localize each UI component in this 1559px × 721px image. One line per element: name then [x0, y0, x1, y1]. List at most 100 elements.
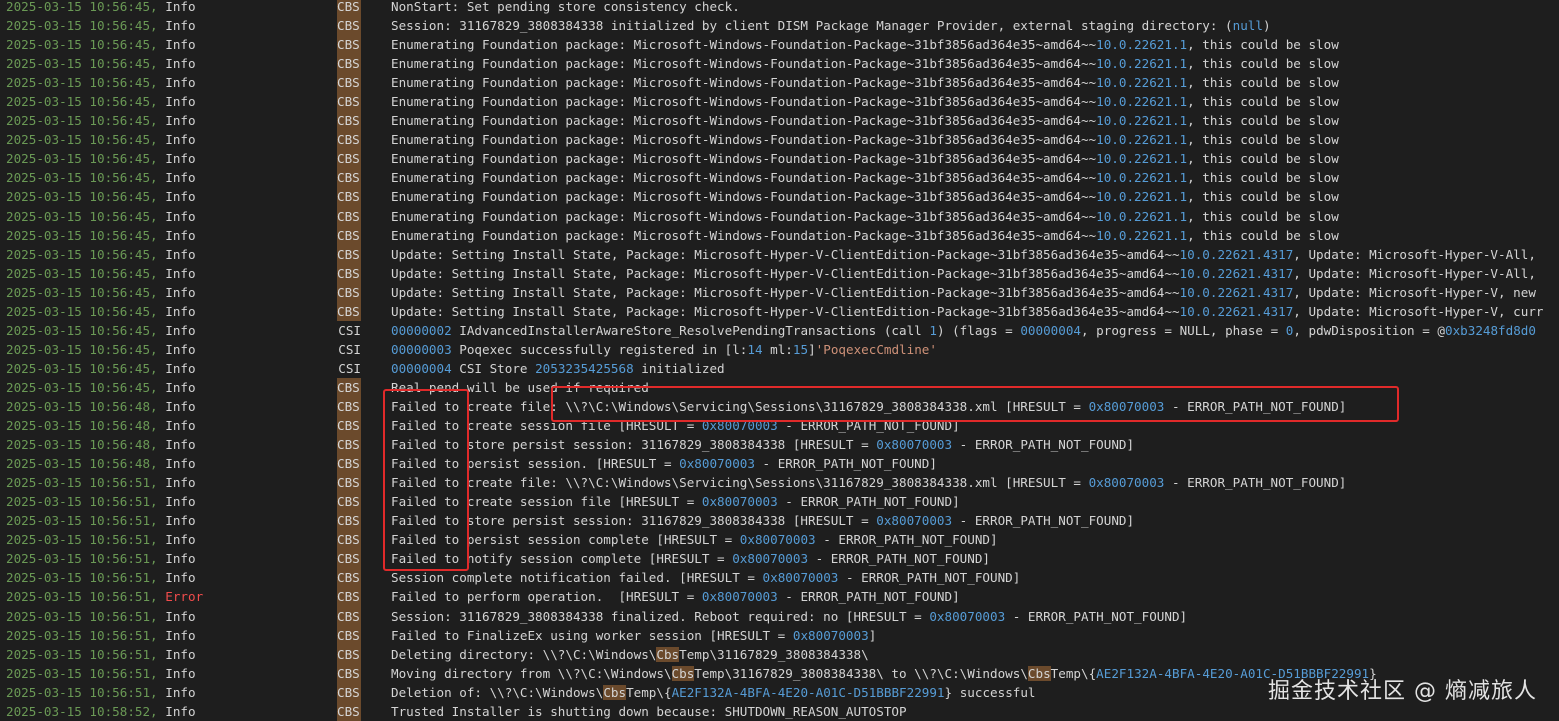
log-line: 2025-03-15 10:56:51, Info CBS Failed to pe…	[0, 530, 1559, 550]
log-message-segment: Enumerating Foundation package: Microsof…	[391, 208, 1097, 224]
log-message-segment: Session complete notification failed. [H…	[391, 570, 763, 586]
log-message-segment: Real pend will be used if required	[391, 379, 649, 395]
log-message-segment: Failed to perform operation. [HRESULT =	[391, 589, 702, 605]
log-source: CBS	[337, 206, 361, 226]
log-message-segment: - ERROR_PATH_NOT_FOUND]	[1164, 398, 1347, 414]
log-message-segment: - ERROR_PATH_NOT_FOUND]	[952, 513, 1135, 529]
log-timestamp: 2025-03-15 10:56:45, Info	[6, 151, 196, 167]
log-source: CBS	[337, 149, 361, 169]
log-message-segment: ) (flags =	[936, 322, 1021, 338]
log-timestamp: 2025-03-15 10:58:52, Info	[6, 703, 196, 719]
watermark: 掘金技术社区 @ 熵减旅人	[1268, 679, 1537, 704]
log-message-segment: ]	[868, 627, 877, 643]
log-timestamp: 2025-03-15 10:56:51, Info	[6, 570, 196, 586]
log-message-segment: , this could be slow	[1187, 132, 1339, 148]
log-source: CBS	[337, 454, 361, 474]
log-message-segment: } successful	[944, 684, 1036, 700]
log-source: CBS	[337, 663, 361, 683]
log-message-segment: 'PoqexecCmdline'	[815, 341, 937, 357]
log-level: Info	[165, 398, 196, 414]
log-line: 2025-03-15 10:56:51, Info CBS Session: 311…	[0, 606, 1559, 626]
log-message-segment: 0x80070003	[701, 418, 778, 434]
log-message: Moving directory from \\?\C:\Windows\Cbs…	[391, 664, 1377, 683]
log-message-segment: Failed to create file: \\?\C:\Windows\Se…	[391, 475, 1089, 491]
log-line: 2025-03-15 10:56:51, Info CBS Failed to st…	[0, 511, 1559, 531]
log-message-segment: 10.0.22621.1	[1096, 151, 1188, 167]
log-line: 2025-03-15 10:56:48, Info CBS Failed to cr…	[0, 416, 1559, 436]
log-message-segment: Enumerating Foundation package: Microsof…	[391, 37, 1097, 53]
log-message-segment: - ERROR_PATH_NOT_FOUND]	[777, 494, 960, 510]
log-message: Session complete notification failed. [H…	[391, 568, 1020, 587]
log-message-segment: Enumerating Foundation package: Microsof…	[391, 113, 1097, 129]
log-line: 2025-03-15 10:56:51, Info CBS Failed to cr…	[0, 492, 1559, 512]
log-message-segment: , Update: Microsoft-Hyper-V-All,	[1293, 246, 1536, 262]
log-message-segment: - ERROR_PATH_NOT_FOUND]	[777, 589, 960, 605]
log-timestamp: 2025-03-15 10:56:45, Info	[6, 208, 196, 224]
log-message: Trusted Installer is shutting down becau…	[391, 702, 907, 721]
log-message: Enumerating Foundation package: Microsof…	[391, 92, 1339, 111]
log-message-segment: 0x80070003	[762, 570, 839, 586]
log-level: Info	[165, 684, 196, 700]
log-timestamp: 2025-03-15 10:56:51, Info	[6, 494, 196, 510]
log-message-segment: Failed to create session file [HRESULT =	[391, 494, 702, 510]
log-message-segment: initialized	[633, 360, 725, 376]
log-line: 2025-03-15 10:56:51, Info CBS Failed to Fi…	[0, 625, 1559, 645]
log-line: 2025-03-15 10:56:51, Info CBS Session comp…	[0, 568, 1559, 588]
log-message-segment: 10.0.22621.1	[1096, 113, 1188, 129]
log-message-segment: ml:	[762, 341, 793, 357]
log-message: Enumerating Foundation package: Microsof…	[391, 73, 1339, 92]
log-message: Update: Setting Install State, Package: …	[391, 283, 1536, 302]
log-message-segment: - ERROR_PATH_NOT_FOUND]	[1005, 608, 1188, 624]
log-line: 2025-03-15 10:56:45, Info CBS Enumerating …	[0, 225, 1559, 245]
log-source: CBS	[337, 244, 361, 264]
log-message-segment: 10.0.22621.1	[1096, 208, 1188, 224]
log-message: Session: 31167829_3808384338 finalized. …	[391, 607, 1187, 626]
log-timestamp: 2025-03-15 10:56:45, Info	[6, 94, 196, 110]
log-message-segment: , Update: Microsoft-Hyper-V-All,	[1293, 265, 1536, 281]
log-message-segment: , this could be slow	[1187, 56, 1339, 72]
log-message-segment: Temp\31167829_3808384338\ to \\?\C:\Wind…	[694, 665, 1028, 681]
log-source: CBS	[337, 568, 361, 588]
log-message-segment: 0xb3248fd8d0	[1444, 322, 1536, 338]
log-timestamp: 2025-03-15 10:56:45, Info	[6, 0, 196, 14]
log-line: 2025-03-15 10:56:45, Info CSI 00000004 CSI…	[0, 359, 1559, 378]
log-source: CBS	[337, 16, 361, 36]
log-level: Info	[165, 113, 196, 129]
log-level: Info	[165, 132, 196, 148]
log-message: Enumerating Foundation package: Microsof…	[391, 111, 1339, 130]
log-level: Info	[165, 56, 196, 72]
log-message: Real pend will be used if required	[391, 378, 649, 397]
log-level: Info	[165, 379, 196, 395]
log-message-segment: , Update: Microsoft-Hyper-V, curr	[1293, 303, 1544, 319]
log-source: CBS	[337, 492, 361, 512]
log-message: Enumerating Foundation package: Microsof…	[391, 35, 1339, 54]
log-level: Info	[165, 551, 196, 567]
log-message-segment: , this could be slow	[1187, 75, 1339, 91]
log-source: CBS	[337, 396, 361, 417]
log-source: CBS	[337, 549, 361, 569]
log-line: 2025-03-15 10:56:45, Info CBS Enumerating …	[0, 92, 1559, 112]
log-timestamp: 2025-03-15 10:56:51, Info	[6, 513, 196, 529]
log-line: 2025-03-15 10:56:45, Info CBS NonStart: Se…	[0, 0, 1559, 17]
log-source: CBS	[337, 73, 361, 93]
log-message-segment: , this could be slow	[1187, 113, 1339, 129]
log-message-segment: 2053235425568	[535, 360, 634, 376]
log-message-segment: - ERROR_PATH_NOT_FOUND]	[777, 418, 960, 434]
log-source: CBS	[337, 644, 361, 664]
log-timestamp: 2025-03-15 10:56:51, Info	[6, 532, 196, 548]
log-message: Failed to create session file [HRESULT =…	[391, 492, 960, 511]
log-message-segment: Cbs	[671, 665, 695, 681]
log-level: Info	[165, 75, 196, 91]
log-message-segment: 0x80070003	[739, 532, 816, 548]
log-level: Info	[165, 341, 196, 357]
log-timestamp: 2025-03-15 10:56:51, Info	[6, 646, 196, 662]
log-view: 2025-03-15 10:56:45, Info CBS NonStart: Se…	[0, 0, 1559, 721]
log-source: CBS	[337, 682, 361, 702]
log-timestamp: 2025-03-15 10:56:51, Info	[6, 475, 196, 491]
log-message-segment: Failed to create session file [HRESULT =	[391, 418, 702, 434]
log-message-segment: 0x80070003	[929, 608, 1006, 624]
log-message-segment: 0x80070003	[701, 589, 778, 605]
log-message-segment: AE2F132A-4BFA-4E20-A01C-D51BBBF22991	[671, 684, 945, 700]
log-line: 2025-03-15 10:56:45, Info CSI 00000002 IAd…	[0, 321, 1559, 340]
log-source: CSI	[338, 360, 361, 376]
